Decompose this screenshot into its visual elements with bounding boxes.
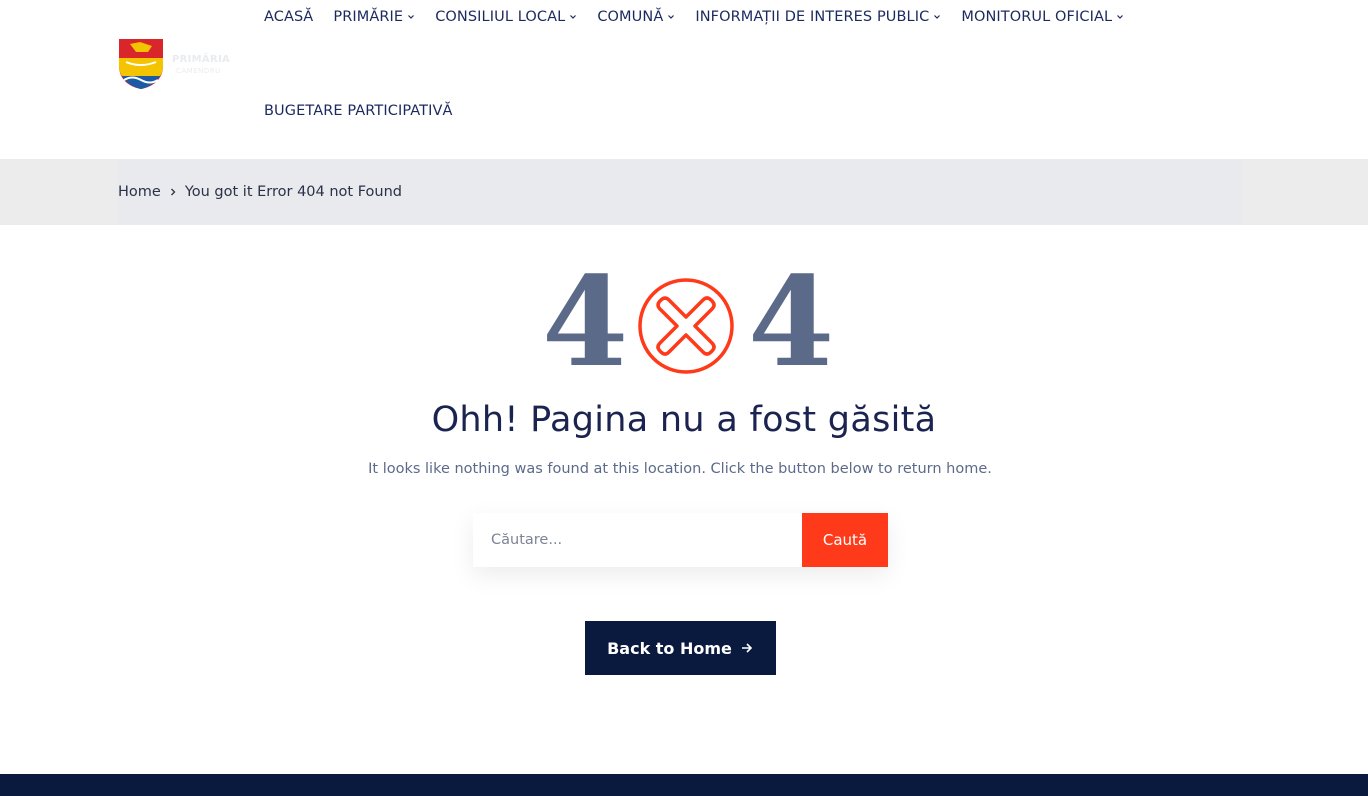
chevron-right-icon <box>170 188 176 196</box>
chevron-down-icon <box>934 15 941 19</box>
error-digit-right: 4 <box>748 250 835 395</box>
nav-item-label: CONSILIUL LOCAL <box>435 9 566 25</box>
nav-item-label: BUGETARE PARTICIPATIVĂ <box>264 103 453 119</box>
search-button[interactable]: Caută <box>802 513 888 567</box>
nav-item-label: ACASĂ <box>264 9 314 25</box>
nav-item-label: COMUNĂ <box>597 9 664 25</box>
breadcrumb-home-link[interactable]: Home <box>118 184 161 200</box>
nav-item-label: INFORMAȚII DE INTERES PUBLIC <box>695 9 930 25</box>
arrow-right-icon <box>741 643 753 653</box>
back-to-home-button[interactable]: Back to Home <box>585 621 776 675</box>
x-circle-icon <box>638 278 734 374</box>
error-title: Ohh! Pagina nu a fost găsită <box>431 400 937 440</box>
coat-of-arms-icon <box>119 39 163 89</box>
site-header: PRIMĂRIA CAMENDRU ACASĂ PRIMĂRIE CONSILI… <box>0 0 1368 159</box>
back-to-home-label: Back to Home <box>607 638 732 658</box>
nav-item-comuna[interactable]: COMUNĂ <box>597 9 675 25</box>
nav-item-acasa[interactable]: ACASĂ <box>264 9 313 25</box>
nav-item-informatii-interes-public[interactable]: INFORMAȚII DE INTERES PUBLIC <box>695 9 941 25</box>
breadcrumb: Home You got it Error 404 not Found <box>118 159 1242 225</box>
error-404-graphic: 4 4 <box>540 258 834 388</box>
breadcrumb-current: You got it Error 404 not Found <box>184 184 402 200</box>
footer <box>0 774 1368 796</box>
chevron-down-icon <box>668 15 675 19</box>
nav-item-primarie[interactable]: PRIMĂRIE <box>333 9 415 25</box>
search-input[interactable] <box>473 513 802 567</box>
search-form: Caută <box>473 513 888 567</box>
nav-item-bugetare-participativa[interactable]: BUGETARE PARTICIPATIVĂ <box>264 103 453 119</box>
nav-item-label: MONITORUL OFICIAL <box>961 9 1113 25</box>
logo-text: PRIMĂRIA <box>172 54 231 65</box>
error-digit-left: 4 <box>542 250 629 395</box>
logo-subtext: CAMENDRU <box>176 67 221 75</box>
nav-item-consiliul-local[interactable]: CONSILIUL LOCAL <box>435 9 577 25</box>
chevron-down-icon <box>570 15 577 19</box>
chevron-down-icon <box>408 15 415 19</box>
nav-item-monitorul-oficial[interactable]: MONITORUL OFICIAL <box>961 9 1124 25</box>
nav-item-label: PRIMĂRIE <box>333 9 404 25</box>
error-description: It looks like nothing was found at this … <box>368 461 992 477</box>
chevron-down-icon <box>1117 15 1124 19</box>
site-logo[interactable]: PRIMĂRIA CAMENDRU <box>118 38 238 94</box>
